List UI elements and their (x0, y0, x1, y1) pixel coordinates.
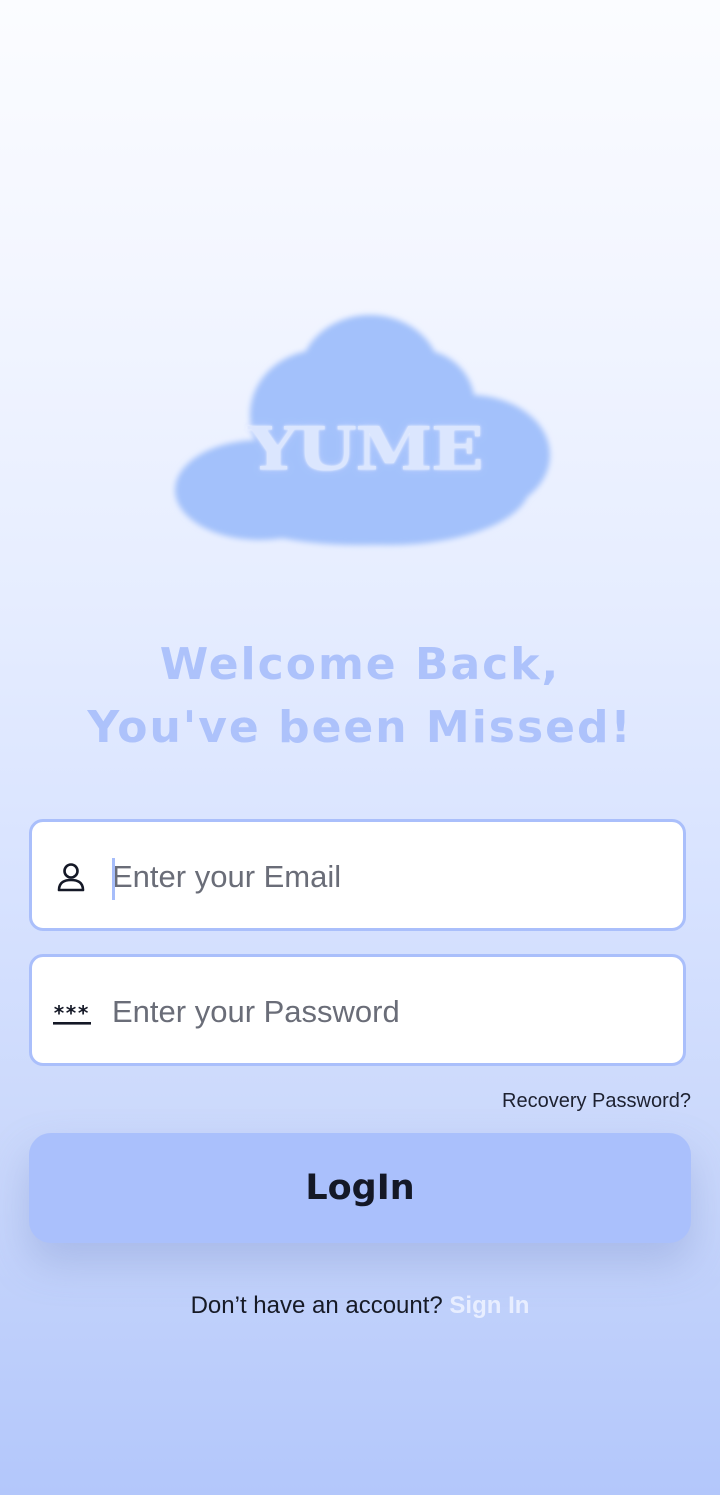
user-icon (54, 861, 88, 895)
logo-text: YUME (248, 413, 484, 484)
welcome-heading: Welcome Back, You've been Missed! (0, 633, 720, 759)
password-icon: *** (53, 996, 91, 1030)
login-button[interactable]: LogIn (29, 1133, 691, 1243)
signup-prompt: Don’t have an account? (190, 1292, 450, 1319)
app-logo: YUME (170, 305, 560, 560)
signup-row: Don’t have an account? Sign In (0, 1292, 720, 1320)
sign-in-link[interactable]: Sign In (449, 1292, 529, 1319)
recovery-password-link[interactable]: Recovery Password? (502, 1090, 691, 1113)
password-input[interactable] (112, 977, 662, 1047)
email-input[interactable] (112, 842, 662, 912)
welcome-line-2: You've been Missed! (87, 702, 633, 753)
welcome-line-1: Welcome Back, (159, 639, 561, 690)
svg-text:***: *** (53, 1001, 89, 1025)
email-field[interactable] (29, 819, 686, 931)
text-cursor (112, 858, 115, 900)
password-field[interactable]: *** (29, 954, 686, 1066)
